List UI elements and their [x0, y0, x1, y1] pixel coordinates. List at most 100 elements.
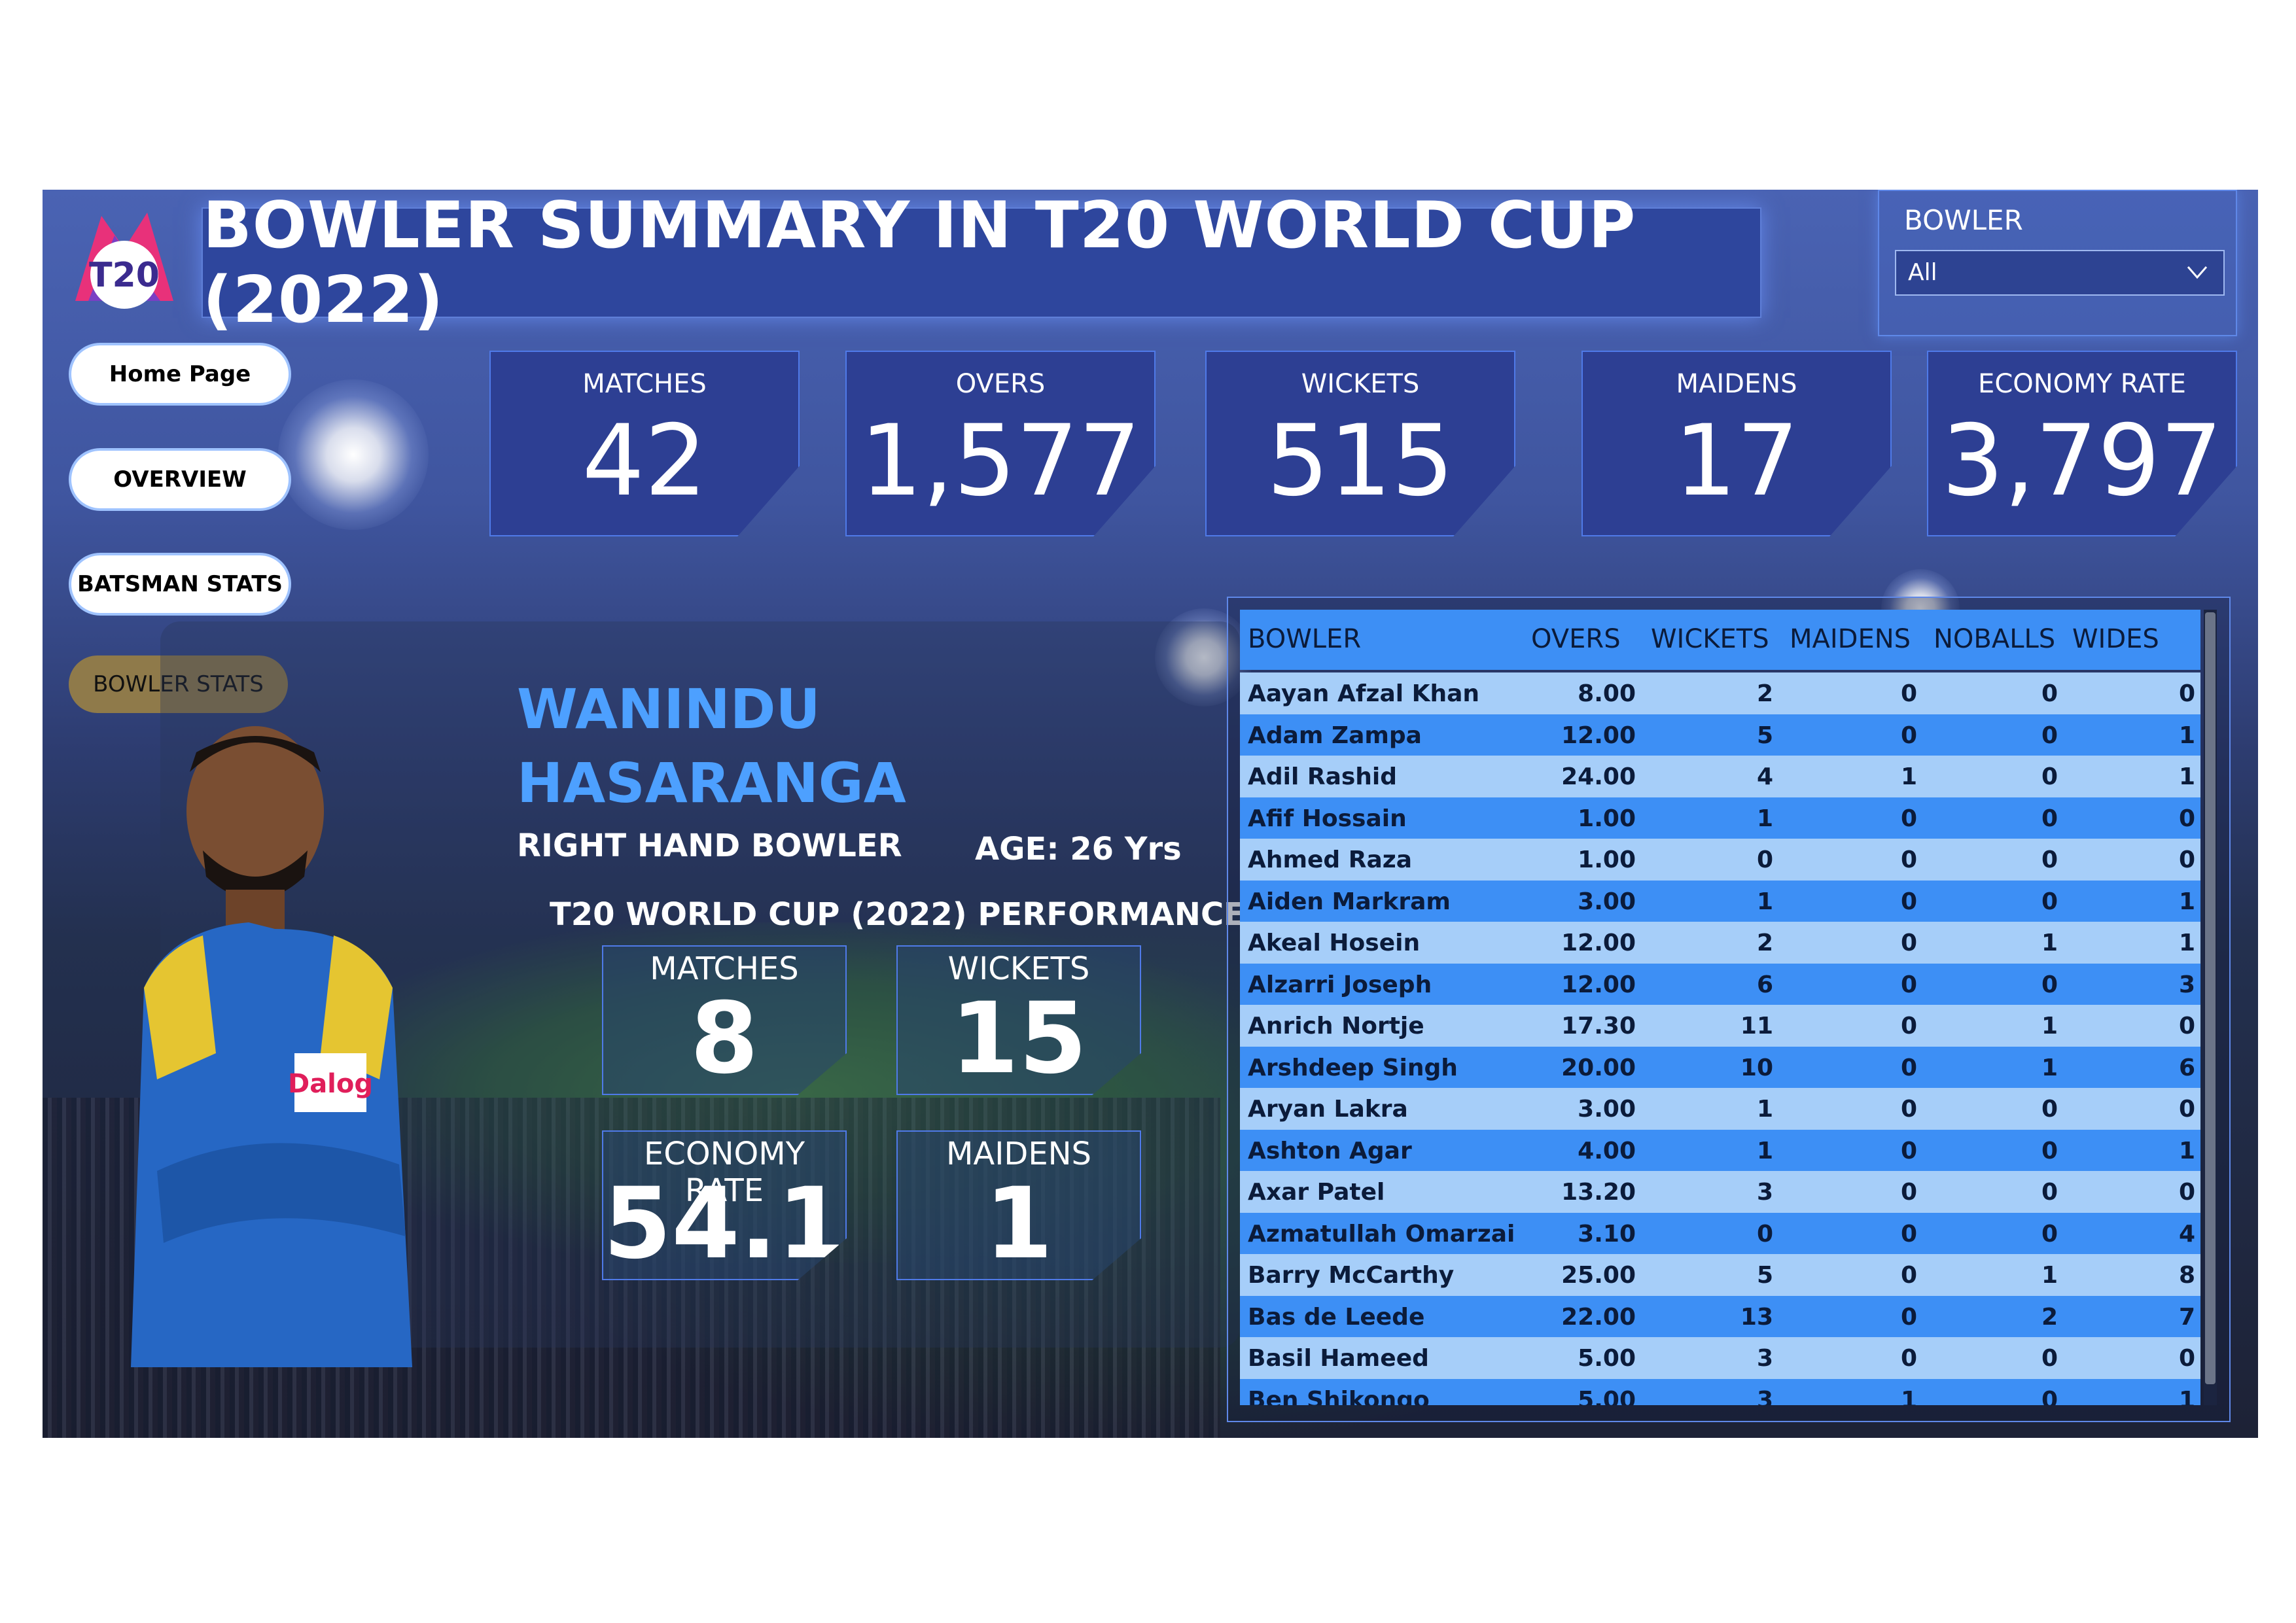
kpi-overs-card: OVERS 1,577 — [845, 351, 1156, 536]
kpi-maidens-value: 17 — [1674, 404, 1799, 518]
col-header-bowler[interactable]: BOWLER — [1248, 624, 1361, 654]
page-title: BOWLER SUMMARY IN T20 WORLD CUP (2022) — [203, 190, 1636, 338]
kpi-maidens-label: MAIDENS — [1676, 369, 1797, 399]
cell-wickets: 2 — [1756, 930, 1773, 956]
batsman-stats-button[interactable]: BATSMAN STATS — [69, 553, 291, 616]
cell-maidens: 0 — [1900, 680, 1917, 707]
player-matches-value: 8 — [690, 982, 759, 1096]
table-row[interactable]: Basil Hameed 5.00 3 0 0 0 — [1240, 1337, 2200, 1379]
cell-wides: 0 — [2178, 680, 2195, 707]
cell-wickets: 10 — [1740, 1054, 1773, 1081]
table-row[interactable]: Aiden Markram 3.00 1 0 0 1 — [1240, 880, 2200, 922]
player-maidens-value: 1 — [984, 1167, 1053, 1281]
cell-wides: 1 — [2178, 1137, 2195, 1164]
table-row[interactable]: Ahmed Raza 1.00 0 0 0 0 — [1240, 839, 2200, 881]
col-header-wides[interactable]: WIDES — [2072, 624, 2159, 654]
table-row[interactable]: Adil Rashid 24.00 4 1 0 1 — [1240, 756, 2200, 797]
table-row[interactable]: Arshdeep Singh 20.00 10 0 1 6 — [1240, 1046, 2200, 1088]
kpi-wickets-label: WICKETS — [1301, 369, 1420, 399]
player-wickets-card: WICKETS 15 — [896, 945, 1141, 1095]
scrollbar-thumb[interactable] — [2205, 612, 2216, 1384]
table-row[interactable]: Azmatullah Omarzai 3.10 0 0 0 4 — [1240, 1212, 2200, 1254]
kpi-overs-label: OVERS — [955, 369, 1046, 399]
col-header-maidens[interactable]: MAIDENS — [1790, 624, 1911, 654]
cell-maidens: 0 — [1900, 1137, 1917, 1164]
cell-noballs: 0 — [2041, 680, 2058, 707]
kpi-maidens-card: MAIDENS 17 — [1581, 351, 1892, 536]
cell-wickets: 1 — [1756, 1096, 1773, 1123]
cell-wides: 6 — [2178, 1054, 2195, 1081]
kpi-wickets-card: WICKETS 515 — [1205, 351, 1515, 536]
cell-wides: 1 — [2178, 1386, 2195, 1406]
cell-noballs: 0 — [2041, 846, 2058, 873]
dashboard-canvas: T20 BOWLER SUMMARY IN T20 WORLD CUP (202… — [43, 190, 2258, 1438]
slicer-label: BOWLER — [1904, 204, 2023, 236]
cell-wickets: 3 — [1756, 1386, 1773, 1406]
cell-bowler-name: Ashton Agar — [1248, 1137, 1412, 1164]
cell-wides: 0 — [2178, 805, 2195, 832]
cell-wides: 3 — [2178, 971, 2195, 998]
kpi-matches-value: 42 — [582, 404, 707, 518]
cell-bowler-name: Aiden Markram — [1248, 888, 1451, 915]
bowler-dropdown[interactable]: All — [1895, 250, 2225, 296]
cell-wickets: 1 — [1756, 888, 1773, 915]
table-row[interactable]: Alzarri Joseph 12.00 6 0 0 3 — [1240, 963, 2200, 1005]
cell-wickets: 1 — [1756, 805, 1773, 832]
overview-button[interactable]: OVERVIEW — [69, 448, 291, 511]
cell-overs: 5.00 — [1578, 1345, 1636, 1372]
cell-wickets: 1 — [1756, 1137, 1773, 1164]
col-header-overs[interactable]: OVERS — [1531, 624, 1621, 654]
cell-wides: 0 — [2178, 1013, 2195, 1039]
cell-overs: 4.00 — [1578, 1137, 1636, 1164]
table-row[interactable]: Ashton Agar 4.00 1 0 0 1 — [1240, 1129, 2200, 1171]
table-row[interactable]: Anrich Nortje 17.30 11 0 1 0 — [1240, 1005, 2200, 1047]
cell-noballs: 0 — [2041, 1386, 2058, 1406]
player-last-name: HASARANGA — [517, 751, 906, 815]
page-title-box: BOWLER SUMMARY IN T20 WORLD CUP (2022) — [202, 190, 1761, 338]
cell-maidens: 0 — [1900, 1262, 1917, 1289]
player-matches-card: MATCHES 8 — [602, 945, 847, 1095]
table-row[interactable]: Ben Shikongo 5.00 3 1 0 1 — [1240, 1378, 2200, 1406]
cell-bowler-name: Anrich Nortje — [1248, 1013, 1424, 1039]
floodlight — [278, 379, 429, 530]
cell-overs: 12.00 — [1561, 971, 1636, 998]
kpi-overs-value: 1,577 — [860, 404, 1141, 518]
table-row[interactable]: Aayan Afzal Khan 8.00 2 0 0 0 — [1240, 672, 2200, 714]
table-row[interactable]: Adam Zampa 12.00 5 0 0 1 — [1240, 714, 2200, 756]
cell-wickets: 0 — [1756, 1220, 1773, 1248]
table-scrollbar[interactable] — [2204, 610, 2217, 1405]
player-wickets-value: 15 — [950, 982, 1087, 1096]
cell-bowler-name: Aayan Afzal Khan — [1248, 680, 1480, 707]
table-row[interactable]: Barry McCarthy 25.00 5 0 1 8 — [1240, 1254, 2200, 1296]
cell-wides: 0 — [2178, 846, 2195, 873]
table-row[interactable]: Akeal Hosein 12.00 2 0 1 1 — [1240, 922, 2200, 964]
cell-overs: 8.00 — [1578, 680, 1636, 707]
cell-wickets: 6 — [1756, 971, 1773, 998]
bowler-table-body[interactable]: BOWLER OVERS WICKETS MAIDENS NOBALLS WID… — [1240, 610, 2200, 1405]
cell-maidens: 0 — [1900, 1179, 1917, 1206]
table-row[interactable]: Bas de Leede 22.00 13 0 2 7 — [1240, 1295, 2200, 1337]
home-page-button[interactable]: Home Page — [69, 343, 291, 406]
col-header-noballs[interactable]: NOBALLS — [1934, 624, 2055, 654]
table-row[interactable]: Afif Hossain 1.00 1 0 0 0 — [1240, 797, 2200, 839]
cell-wickets: 3 — [1756, 1345, 1773, 1372]
cell-bowler-name: Ben Shikongo — [1248, 1386, 1430, 1406]
table-header: BOWLER OVERS WICKETS MAIDENS NOBALLS WID… — [1240, 610, 2200, 670]
table-row[interactable]: Axar Patel 13.20 3 0 0 0 — [1240, 1171, 2200, 1213]
cell-wides: 1 — [2178, 888, 2195, 915]
cell-maidens: 0 — [1900, 930, 1917, 956]
cell-maidens: 0 — [1900, 846, 1917, 873]
cell-wickets: 5 — [1756, 722, 1773, 749]
col-header-wickets[interactable]: WICKETS — [1651, 624, 1769, 654]
cell-overs: 22.00 — [1561, 1303, 1636, 1331]
cell-wickets: 4 — [1756, 763, 1773, 790]
cell-noballs: 0 — [2041, 1220, 2058, 1248]
table-row[interactable]: Aryan Lakra 3.00 1 0 0 0 — [1240, 1088, 2200, 1130]
cell-bowler-name: Afif Hossain — [1248, 805, 1407, 832]
cell-noballs: 0 — [2041, 722, 2058, 749]
cell-wickets: 3 — [1756, 1179, 1773, 1206]
cell-bowler-name: Barry McCarthy — [1248, 1262, 1455, 1289]
kpi-economy-value: 3,797 — [1941, 404, 2223, 518]
cell-overs: 1.00 — [1578, 846, 1636, 873]
t20-world-cup-logo: T20 — [75, 213, 173, 309]
